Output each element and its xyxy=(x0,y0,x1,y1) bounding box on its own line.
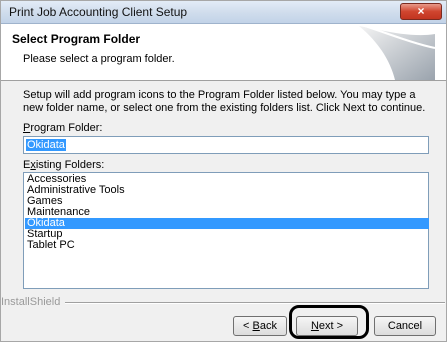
next-button-text: ext > xyxy=(318,320,344,332)
cancel-button[interactable]: Cancel xyxy=(374,316,436,336)
existing-folders-list[interactable]: Accessories Administrative Tools Games M… xyxy=(23,172,429,289)
list-item-okidata-selected[interactable]: Okidata xyxy=(25,218,429,229)
program-folder-label: Program Folder: xyxy=(23,122,102,134)
wizard-header: Select Program Folder Please select a pr… xyxy=(1,24,446,81)
next-button[interactable]: Next > xyxy=(296,316,358,336)
instructions-text: Setup will add program icons to the Prog… xyxy=(23,89,426,114)
wizard-body: Setup will add program icons to the Prog… xyxy=(1,81,446,293)
close-button[interactable]: × xyxy=(400,3,442,20)
list-item-administrative-tools[interactable]: Administrative Tools xyxy=(25,185,429,196)
header-subtitle: Please select a program folder. xyxy=(23,53,175,65)
back-button-accesskey: B xyxy=(252,320,260,332)
installshield-brand: InstallShield xyxy=(1,296,61,308)
wizard-footer: InstallShield < Back Next > Cancel xyxy=(1,293,446,341)
title-bar[interactable]: Print Job Accounting Client Setup × xyxy=(1,1,446,24)
list-item-tablet-pc[interactable]: Tablet PC xyxy=(25,240,429,251)
list-item-maintenance[interactable]: Maintenance xyxy=(25,207,429,218)
close-icon: × xyxy=(417,4,425,18)
existing-folders-label: Existing Folders: xyxy=(23,159,104,171)
back-button-text: ack xyxy=(259,320,277,332)
existing-folders-label-text: isting Folders: xyxy=(35,159,105,171)
window-title: Print Job Accounting Client Setup xyxy=(9,5,188,19)
program-folder-input-value: Okidata xyxy=(26,139,66,151)
setup-dialog: Print Job Accounting Client Setup × Sele… xyxy=(0,0,447,342)
back-button-prefix: < xyxy=(243,320,253,332)
list-item-startup[interactable]: Startup xyxy=(25,229,429,240)
next-button-accesskey: N xyxy=(310,320,319,332)
installshield-swoosh-icon xyxy=(359,25,436,80)
header-title: Select Program Folder xyxy=(12,32,141,46)
back-button[interactable]: < Back xyxy=(233,316,287,336)
program-folder-label-text: rogram Folder: xyxy=(30,122,103,134)
footer-divider xyxy=(65,302,445,304)
program-folder-input[interactable]: Okidata xyxy=(23,136,429,154)
